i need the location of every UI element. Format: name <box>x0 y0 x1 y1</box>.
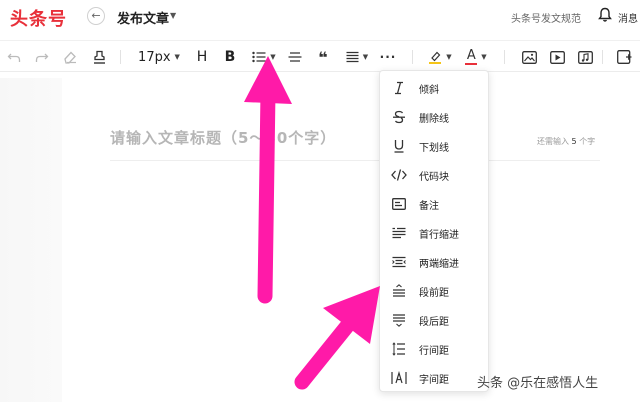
arrow-up-annotation <box>244 56 292 304</box>
watermark: 头条 @乐在感悟人生 <box>477 376 599 391</box>
annotation-arrows <box>244 56 380 390</box>
arrow-diagonal-annotation <box>294 286 380 390</box>
